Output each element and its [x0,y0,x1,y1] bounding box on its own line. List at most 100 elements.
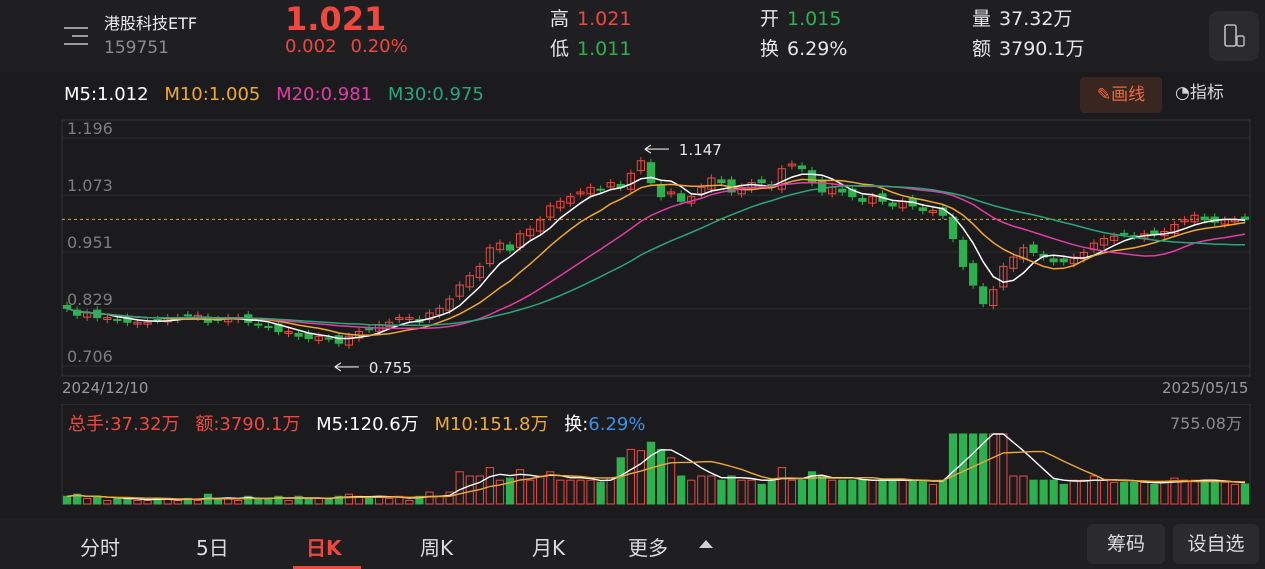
volume-bar [1109,481,1119,505]
stock-name: 港股科技ETF [104,14,198,33]
tab-monthly-k[interactable]: 月K [532,532,565,561]
volume-bar [958,433,968,505]
volume-bar [536,475,545,505]
candle [1049,258,1058,263]
volume-chart[interactable] [0,404,1265,512]
volume-bar [556,479,565,505]
volume-bar [193,500,203,505]
volume-stat: 量 37.32万 [972,8,1073,30]
candle [1200,216,1209,221]
volume-bar [969,433,978,505]
draw-line-button[interactable]: ✎画线 [1080,77,1162,113]
candle [918,207,927,212]
candle [264,325,273,328]
ma-legend: M5:1.012 M10:1.005 M20:0.981 M30:0.975 [64,84,494,105]
volume-bar [908,479,917,505]
volume-bar [747,479,756,505]
volume-bar [1019,475,1028,505]
volume-bar [767,479,776,505]
y-tick-label: 0.829 [67,290,113,309]
candle [113,318,122,321]
volume-bar [1079,479,1089,505]
ma30-value: M30:0.975 [387,84,484,105]
volume-bar [1200,479,1209,505]
kline-chart[interactable]: 1.196 1.073 0.951 0.829 0.706 1.147 0.755 [0,118,1265,378]
volume-bar [626,448,635,505]
candle [858,197,867,202]
volume-bar [918,479,927,505]
volume-bar [878,479,887,505]
volume-frame [61,404,1251,505]
candle [334,335,343,344]
indicator-button[interactable]: ◔指标 [1175,78,1224,103]
low-stat: 低 1.011 [550,38,632,60]
volume-bar [1190,479,1199,505]
volume-bar [173,500,182,505]
volume-bar [113,497,122,505]
y-tick-label: 0.706 [67,347,113,366]
candle [1059,258,1068,263]
candle [979,286,988,305]
stock-code: 159751 [104,38,169,58]
volume-bar [1240,483,1250,505]
candle [183,314,192,317]
chips-button[interactable]: 筹码 [1087,524,1165,564]
tab-daily-k[interactable]: 日K [306,532,342,561]
volume-bar [566,479,575,505]
volume-bar [636,450,646,505]
volume-bar [1069,479,1078,505]
candle [1150,230,1159,235]
volume-bar [435,495,444,505]
volume-bar [697,475,706,505]
volume-bar [606,477,615,505]
volume-bar [787,479,797,505]
volume-bar [677,475,686,505]
volume-bar [344,493,354,505]
volume-bar [1210,481,1219,505]
volume-bar [1099,479,1109,505]
volume-bar [817,475,827,505]
volume-bar [133,500,142,505]
volume-bar [284,500,293,505]
menu-icon[interactable] [64,24,92,48]
high-stat: 高 1.021 [550,8,632,30]
change-amount: 0.002 [285,36,337,57]
volume-bar [928,483,937,505]
volume-bar [364,497,374,505]
min-price-label: 0.755 [369,359,412,377]
volume-bar [666,457,676,505]
candle [958,239,968,267]
volume-bar [777,467,786,505]
y-tick-label: 1.073 [67,176,113,195]
volume-bar [425,491,434,505]
tab-intraday[interactable]: 分时 [80,532,120,561]
candle [797,165,807,170]
volume-bar [687,479,696,505]
candle [656,184,666,198]
open-stat: 开 1.015 [760,8,842,30]
candle [1240,216,1250,220]
ma20-line [66,181,1246,330]
quote-header: 港股科技ETF 159751 1.021 0.002 0.20% 高 1.021 低… [0,0,1265,72]
price-change: 0.002 0.20% [285,36,408,57]
volume-bar [1009,475,1018,505]
candle [505,244,515,251]
volume-bar [596,481,605,505]
volume-bar [93,495,102,505]
add-watchlist-button[interactable]: 设自选 [1173,524,1259,564]
volume-bar [103,500,112,505]
amount-stat: 额 3790.1万 [972,38,1085,60]
volume-bar [304,497,313,505]
phone-rotate-icon [1224,24,1245,47]
tab-5day[interactable]: 5日 [196,532,229,561]
volume-bar [1059,483,1068,505]
volume-bar [858,479,867,505]
candle [969,263,978,286]
candle [294,332,303,337]
tab-more[interactable]: 更多 [628,532,668,561]
caret-up-icon[interactable] [699,540,713,548]
landscape-toggle-button[interactable] [1209,11,1259,61]
tab-weekly-k[interactable]: 周K [420,532,453,561]
candle [838,188,847,193]
volume-bar [707,475,716,505]
